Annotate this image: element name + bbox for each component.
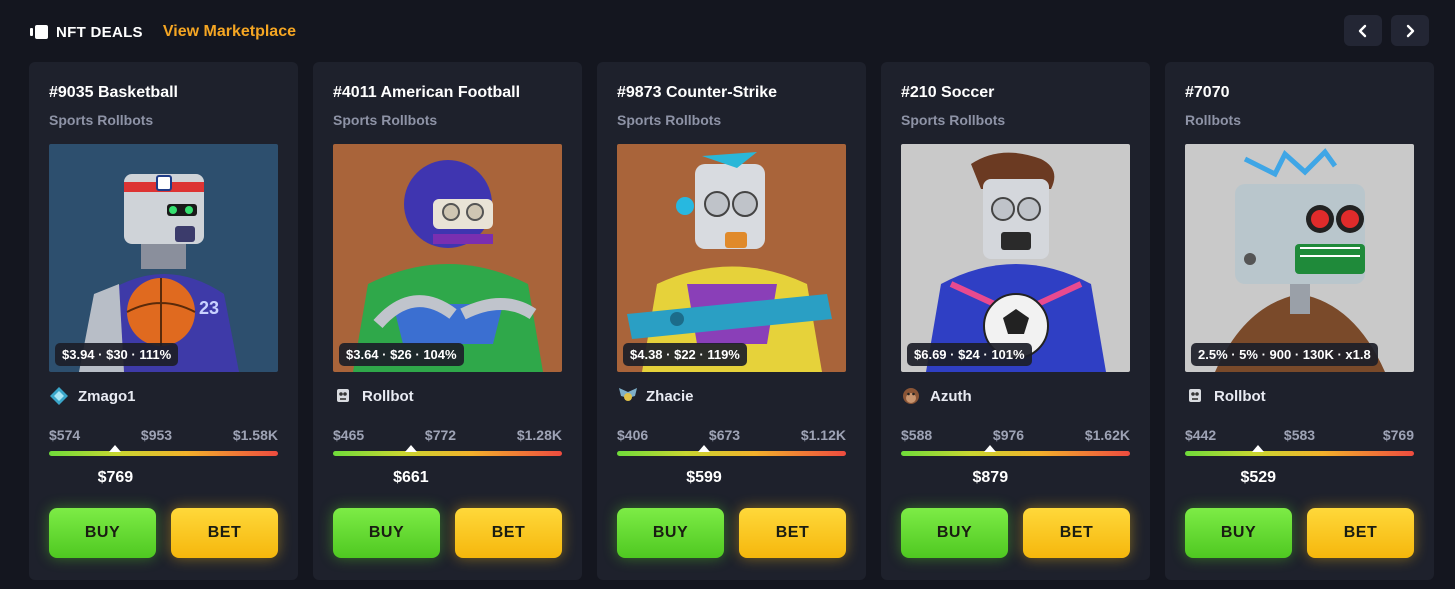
- buy-button[interactable]: BUY: [901, 508, 1008, 558]
- nft-collection: Sports Rollbots: [617, 112, 722, 128]
- price-range-labels: $442 $583 $769: [1185, 427, 1414, 443]
- owner[interactable]: Zhacie: [617, 386, 694, 406]
- price-mid: $772: [424, 427, 457, 443]
- price-range-labels: $588 $976 $1.62K: [901, 427, 1130, 443]
- price-mid: $976: [992, 427, 1025, 443]
- owner[interactable]: Azuth: [901, 386, 972, 406]
- price-range-labels: $465 $772 $1.28K: [333, 427, 562, 443]
- owner-name: Rollbot: [1214, 387, 1266, 405]
- nft-stats: $6.69 · $24 · 101%: [907, 343, 1032, 366]
- deals-icon: [30, 25, 48, 39]
- nft-title: #210 Soccer: [901, 84, 995, 101]
- bet-button[interactable]: BET: [1307, 508, 1414, 558]
- current-price: $769: [97, 469, 134, 486]
- price-marker: [984, 445, 997, 452]
- monkey-avatar-icon: [901, 386, 921, 406]
- bet-button[interactable]: BET: [455, 508, 562, 558]
- bet-button[interactable]: BET: [739, 508, 846, 558]
- nft-title: #9873 Counter-Strike: [617, 84, 778, 101]
- buy-button[interactable]: BUY: [49, 508, 156, 558]
- price-low: $406: [617, 427, 649, 443]
- owner-name: Zmago1: [78, 387, 136, 405]
- owner-name: Rollbot: [362, 387, 414, 405]
- price-marker: [1252, 445, 1265, 452]
- chevron-left-icon: [1358, 24, 1367, 37]
- owner-name: Azuth: [930, 387, 972, 405]
- current-price: $599: [686, 469, 722, 486]
- price-range-bar: [49, 451, 278, 456]
- price-mid: $583: [1283, 427, 1316, 443]
- nft-title: #9035 Basketball: [49, 84, 178, 101]
- price-high: $1.62K: [1084, 427, 1130, 443]
- robot-avatar-icon: [1185, 386, 1205, 406]
- buy-button[interactable]: BUY: [617, 508, 724, 558]
- chevron-right-icon: [1406, 24, 1415, 37]
- nft-collection: Sports Rollbots: [901, 112, 1006, 128]
- nft-image[interactable]: $3.64 · $26 · 104%: [333, 144, 562, 372]
- price-marker: [698, 445, 711, 452]
- nft-card[interactable]: #7070 Rollbots 2.5% · 5% · 900 · 130K · …: [1165, 62, 1434, 580]
- price-high: $1.58K: [232, 427, 278, 443]
- nft-stats: $3.94 · $30 · 111%: [55, 343, 179, 366]
- bet-button[interactable]: BET: [1023, 508, 1130, 558]
- nft-stats: $3.64 · $26 · 104%: [339, 343, 464, 366]
- owner[interactable]: Rollbot: [1185, 386, 1266, 406]
- nft-collection: Rollbots: [1185, 112, 1241, 128]
- wings-avatar-icon: [617, 386, 637, 406]
- price-high: $1.12K: [800, 427, 846, 443]
- nft-card[interactable]: #9035 Basketball Sports Rollbots 23 $3.9…: [29, 62, 298, 580]
- price-low: $442: [1185, 427, 1217, 443]
- price-range-bar: [1185, 451, 1414, 456]
- owner-name: Zhacie: [646, 387, 694, 405]
- price-marker: [109, 445, 122, 452]
- price-range-labels: $406 $673 $1.12K: [617, 427, 846, 443]
- price-marker: [404, 445, 417, 452]
- nft-card[interactable]: #4011 American Football Sports Rollbots …: [313, 62, 582, 580]
- price-range-bar: [901, 451, 1130, 456]
- current-price: $879: [972, 469, 1009, 486]
- price-low: $465: [333, 427, 365, 443]
- nft-stats: $4.38 · $22 · 119%: [623, 343, 747, 366]
- current-price: $661: [393, 469, 429, 486]
- buy-button[interactable]: BUY: [1185, 508, 1292, 558]
- nft-title: #4011 American Football: [333, 84, 521, 101]
- next-button[interactable]: [1391, 15, 1429, 46]
- owner[interactable]: Zmago1: [49, 386, 136, 406]
- svg-text:23: 23: [199, 298, 219, 318]
- owner[interactable]: Rollbot: [333, 386, 414, 406]
- nft-image[interactable]: $6.69 · $24 · 101%: [901, 144, 1130, 372]
- price-low: $574: [49, 427, 81, 443]
- current-price: $529: [1240, 469, 1277, 486]
- nft-stats: 2.5% · 5% · 900 · 130K · x1.8: [1191, 343, 1378, 366]
- price-range-bar: [617, 451, 846, 456]
- price-range-labels: $574 $953 $1.58K: [49, 427, 278, 443]
- robot-avatar-icon: [333, 386, 353, 406]
- nft-card-list: #9035 Basketball Sports Rollbots 23 $3.9…: [29, 62, 1434, 580]
- nft-collection: Sports Rollbots: [333, 112, 438, 128]
- nft-image[interactable]: 23 $3.94 · $30 · 111%: [49, 144, 278, 372]
- nft-card[interactable]: #210 Soccer Sports Rollbots $6.69 · $24 …: [881, 62, 1150, 580]
- price-high: $1.28K: [516, 427, 562, 443]
- price-mid: $953: [140, 427, 173, 443]
- price-low: $588: [901, 427, 933, 443]
- nft-card[interactable]: #9873 Counter-Strike Sports Rollbots $4.…: [597, 62, 866, 580]
- price-range-bar: [333, 451, 562, 456]
- nft-collection: Sports Rollbots: [49, 112, 154, 128]
- view-marketplace-link[interactable]: View Marketplace: [163, 23, 296, 41]
- section-header: NFT DEALS View Marketplace: [30, 18, 296, 46]
- price-high: $769: [1382, 427, 1414, 443]
- bet-button[interactable]: BET: [171, 508, 278, 558]
- section-title: NFT DEALS: [56, 23, 143, 41]
- nft-image[interactable]: 2.5% · 5% · 900 · 130K · x1.8: [1185, 144, 1414, 372]
- price-mid: $673: [708, 427, 741, 443]
- diamond-avatar-icon: [49, 386, 69, 406]
- buy-button[interactable]: BUY: [333, 508, 440, 558]
- prev-button[interactable]: [1344, 15, 1382, 46]
- nft-title: #7070: [1185, 84, 1230, 101]
- nft-image[interactable]: $4.38 · $22 · 119%: [617, 144, 846, 372]
